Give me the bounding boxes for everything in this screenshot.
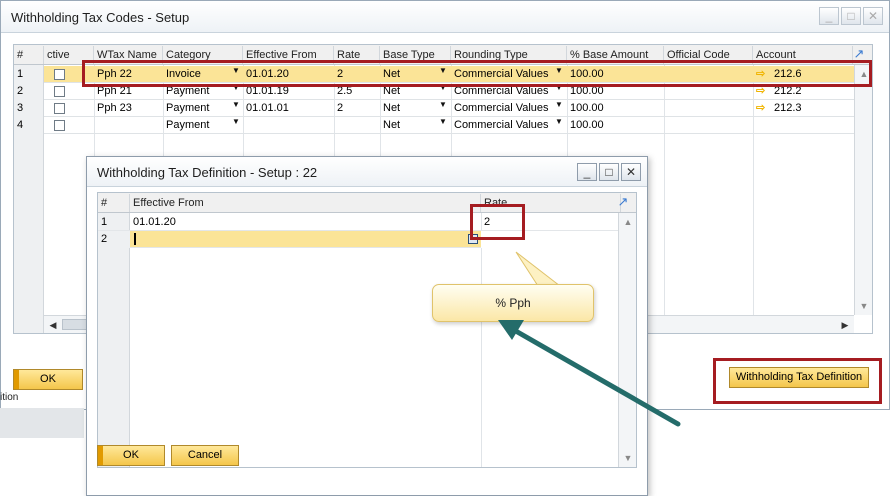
dialog-ok-button[interactable]: OK [97,445,165,466]
official-code-cell[interactable] [664,117,753,134]
wtax-definition-dialog: Withholding Tax Definition - Setup : 22 … [86,156,648,496]
rounding-type-cell[interactable]: Commercial Values [451,117,555,134]
active-checkbox[interactable] [54,86,65,97]
definition-grid: # Effective From Rate ↗ 1 01.01.20 2 2 ▲… [97,192,637,468]
expand-icon[interactable]: ↗ [616,195,630,209]
dropdown-arrow-icon[interactable]: ▼ [232,117,240,126]
expand-icon[interactable]: ↗ [852,47,866,61]
scroll-right-icon[interactable]: ▶ [838,318,852,332]
highlight-definition-button [713,358,882,404]
base-amount-cell[interactable]: 100.00 [567,117,664,134]
effective-from-cell[interactable]: 01.01.01 [243,100,334,117]
minimize-button[interactable]: _ [577,163,597,181]
close-button[interactable]: ✕ [863,7,883,25]
dropdown-arrow-icon[interactable]: ▼ [439,117,447,126]
category-cell[interactable]: Payment [163,117,233,134]
dropdown-arrow-icon[interactable]: ▼ [232,100,240,109]
dialog-grid-header: # Effective From Rate ↗ [98,193,636,213]
dropdown-arrow-icon[interactable]: ▼ [555,100,563,109]
dropdown-arrow-icon[interactable]: ▼ [555,117,563,126]
rounding-type-cell[interactable]: Commercial Values [451,100,555,117]
active-checkbox[interactable] [54,120,65,131]
official-code-cell[interactable] [664,100,753,117]
background-panel [0,408,84,438]
row-number: 4 [14,117,44,134]
row-number-column [98,213,130,467]
dialog-titlebar: Withholding Tax Definition - Setup : 22 … [87,157,647,187]
link-arrow-icon[interactable]: ⇨ [753,100,771,117]
vertical-scrollbar[interactable]: ▲ ▼ [854,65,872,315]
row-number: 1 [14,66,44,83]
maximize-button[interactable]: □ [599,163,619,181]
dialog-window-controls: _ □ ✕ [577,163,641,181]
effective-from-input[interactable] [130,231,481,248]
outer-window-title: Withholding Tax Codes - Setup [11,10,190,25]
table-row[interactable]: 4 Payment ▼ Net ▼ Commercial Values ▼ 10… [14,117,872,134]
effective-from-cell[interactable]: 01.01.20 [130,214,481,231]
row-number: 2 [98,231,130,248]
active-checkbox[interactable] [54,69,65,80]
table-row[interactable]: 3 Pph 23 Payment ▼ 01.01.01 2 Net ▼ Comm… [14,100,872,117]
effective-from-cell[interactable] [243,117,334,134]
dropdown-arrow-icon[interactable]: ▼ [439,100,447,109]
scroll-left-icon[interactable]: ◀ [46,318,60,332]
dialog-cancel-button[interactable]: Cancel [171,445,239,466]
scroll-up-icon[interactable]: ▲ [621,215,635,229]
ok-button[interactable]: OK [13,369,83,390]
category-cell[interactable]: Payment [163,100,233,117]
account-cell[interactable] [771,117,831,134]
vertical-scrollbar[interactable]: ▲ ▼ [618,213,636,467]
row-number: 2 [14,83,44,100]
callout-tooltip: % Pph [432,284,594,322]
account-cell[interactable]: 212.3 [771,100,831,117]
rate-cell[interactable] [334,117,380,134]
table-row[interactable]: 1 01.01.20 2 [98,214,636,231]
scroll-down-icon[interactable]: ▼ [621,451,635,465]
close-button[interactable]: ✕ [621,163,641,181]
callout-text: % Pph [495,296,531,310]
active-checkbox[interactable] [54,103,65,114]
rate-cell[interactable]: 2 [334,100,380,117]
base-type-cell[interactable]: Net [380,100,440,117]
outer-titlebar: Withholding Tax Codes - Setup _ □ ✕ [1,1,889,33]
wtax-name-cell[interactable]: Pph 23 [94,100,163,117]
outer-window-controls: _ □ ✕ [819,7,883,25]
row-number: 3 [14,100,44,117]
dialog-title: Withholding Tax Definition - Setup : 22 [97,165,318,180]
maximize-button[interactable]: □ [841,7,861,25]
table-row[interactable]: 2 [98,231,636,248]
base-type-cell[interactable]: Net [380,117,440,134]
row-number: 1 [101,216,108,228]
partial-label: ition [0,392,19,403]
col-header-num[interactable]: # [98,194,130,212]
wtax-name-cell[interactable] [94,117,163,134]
scroll-down-icon[interactable]: ▼ [857,299,871,313]
highlight-selected-row [82,60,872,87]
base-amount-cell[interactable]: 100.00 [567,100,664,117]
highlight-rate-cell [470,204,525,240]
col-header-effective-from[interactable]: Effective From [130,194,481,212]
col-header-num[interactable]: # [14,46,44,64]
minimize-button[interactable]: _ [819,7,839,25]
